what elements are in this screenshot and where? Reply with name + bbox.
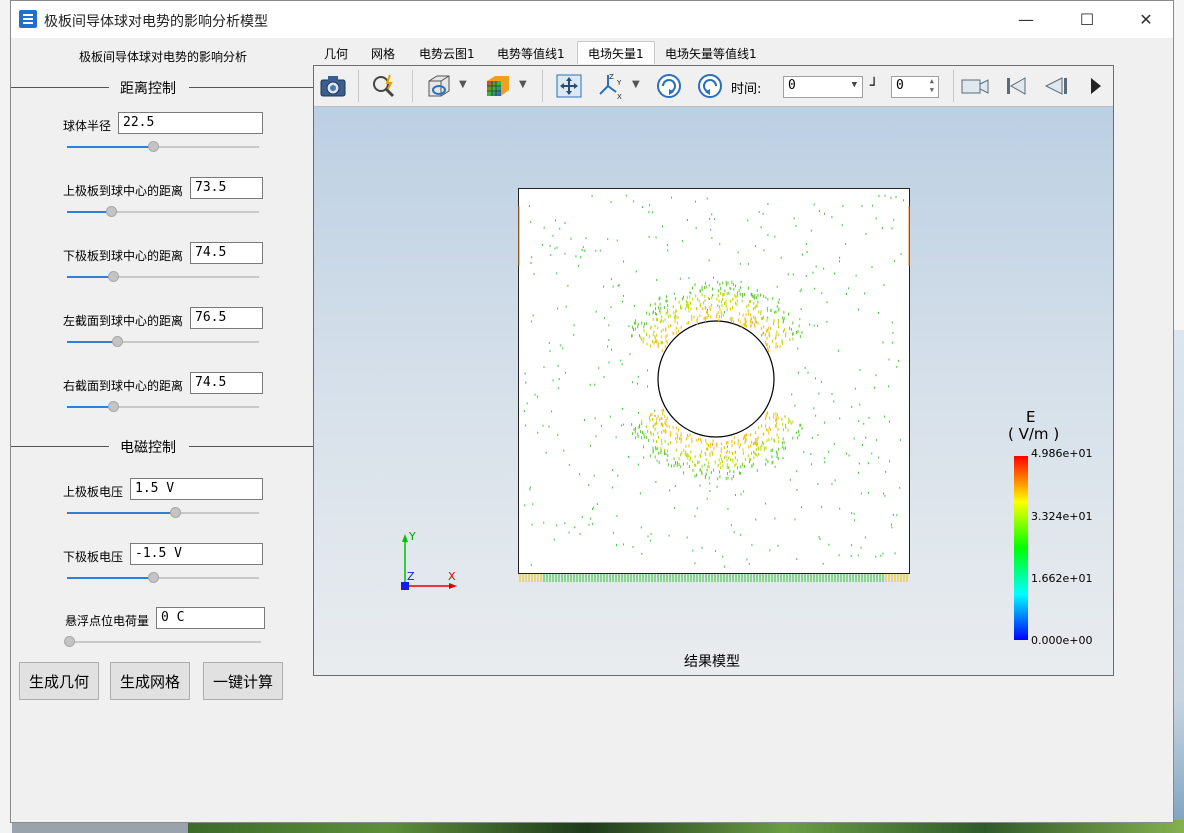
field-label-charge: 悬浮点位电荷量 (65, 614, 150, 628)
legend-tick: 0.000e+00 (1031, 634, 1093, 647)
right-section-distance-input[interactable]: 74.5 (190, 372, 263, 394)
field-label-right-section: 右截面到球中心的距离 (63, 379, 184, 393)
radius-slider[interactable] (67, 141, 259, 152)
divider (11, 87, 109, 88)
top-plate-distance-input[interactable]: 73.5 (190, 177, 263, 199)
field-label-top-voltage: 上极板电压 (63, 485, 124, 499)
charge-slider[interactable] (64, 636, 261, 647)
charge-input[interactable]: 0 C (156, 607, 265, 629)
result-viewer[interactable]: ▼ ▼ ZYX ▼ 时间: 0 ▼ ┘ 0 ▲ ▼ Y X Z E (V/m … (313, 65, 1114, 676)
radius-input[interactable]: 22.5 (118, 112, 263, 134)
bottom-plate-distance-input[interactable]: 74.5 (190, 242, 263, 264)
compute-button[interactable]: 一键计算 (203, 662, 283, 700)
section-electromagnetic: 电磁控制 (114, 437, 182, 457)
field-label-left-section: 左截面到球中心的距离 (63, 314, 184, 328)
close-button[interactable]: ✕ (1123, 1, 1169, 38)
window-title: 极板间导体球对电势的影响分析模型 (44, 14, 268, 30)
field-vector-plot: Y X Z (401, 194, 910, 590)
bottom-plate-distance-slider[interactable] (67, 271, 259, 282)
divider (189, 87, 313, 88)
generate-geometry-button[interactable]: 生成几何 (19, 662, 99, 700)
legend-title: E (1026, 408, 1036, 426)
legend-unit: ( V/m ) (1008, 425, 1060, 443)
bottom-voltage-slider[interactable] (67, 572, 259, 583)
left-section-distance-slider[interactable] (67, 336, 259, 347)
top-voltage-input[interactable]: 1.5 V (130, 478, 263, 500)
divider (189, 446, 313, 447)
legend-tick: 3.324e+01 (1031, 510, 1093, 523)
divider (11, 446, 109, 447)
field-label-radius: 球体半径 (63, 119, 112, 133)
app-icon (19, 10, 37, 28)
tab-potential-isoline[interactable]: 电势等值线1 (487, 42, 575, 64)
tab-potential-contour[interactable]: 电势云图1 (409, 42, 485, 64)
conductor-sphere (657, 320, 775, 438)
top-plate-distance-slider[interactable] (67, 206, 259, 217)
desktop-right-edge (1174, 0, 1184, 833)
view-caption: 结果模型 (684, 654, 740, 670)
field-vectors (518, 194, 910, 582)
tab-mesh[interactable]: 网格 (361, 42, 405, 64)
generate-mesh-button[interactable]: 生成网格 (110, 662, 190, 700)
right-section-distance-slider[interactable] (67, 401, 259, 412)
top-voltage-slider[interactable] (67, 507, 259, 518)
left-section-distance-input[interactable]: 76.5 (190, 307, 263, 329)
tab-field-vector-isoline[interactable]: 电场矢量等值线1 (655, 42, 767, 64)
title-bar: 极板间导体球对电势的影响分析模型 — ☐ ✕ (11, 1, 1173, 38)
field-label-bottom-plate: 下极板到球中心的距离 (63, 249, 184, 263)
tab-field-vector[interactable]: 电场矢量1 (577, 41, 655, 64)
main-window: 极板间导体球对电势的影响分析模型 — ☐ ✕ 极板间导体球对电势的影响分析 距离… (10, 0, 1174, 823)
color-legend-bar (1014, 456, 1028, 640)
legend-tick: 1.662e+01 (1031, 572, 1093, 585)
maximize-button[interactable]: ☐ (1064, 1, 1110, 38)
bottom-voltage-input[interactable]: -1.5 V (130, 543, 263, 565)
axis-z-label: Z (407, 570, 415, 583)
axis-y-label: Y (408, 530, 416, 543)
minimize-button[interactable]: — (1003, 1, 1049, 38)
field-label-top-plate: 上极板到球中心的距离 (63, 184, 184, 198)
legend-tick: 4.986e+01 (1031, 447, 1093, 460)
tab-geometry[interactable]: 几何 (314, 42, 358, 64)
axis-x-label: X (448, 570, 456, 583)
section-distance: 距离控制 (114, 78, 182, 98)
field-label-bottom-voltage: 下极板电压 (63, 550, 124, 564)
panel-title: 极板间导体球对电势的影响分析 (79, 50, 248, 64)
